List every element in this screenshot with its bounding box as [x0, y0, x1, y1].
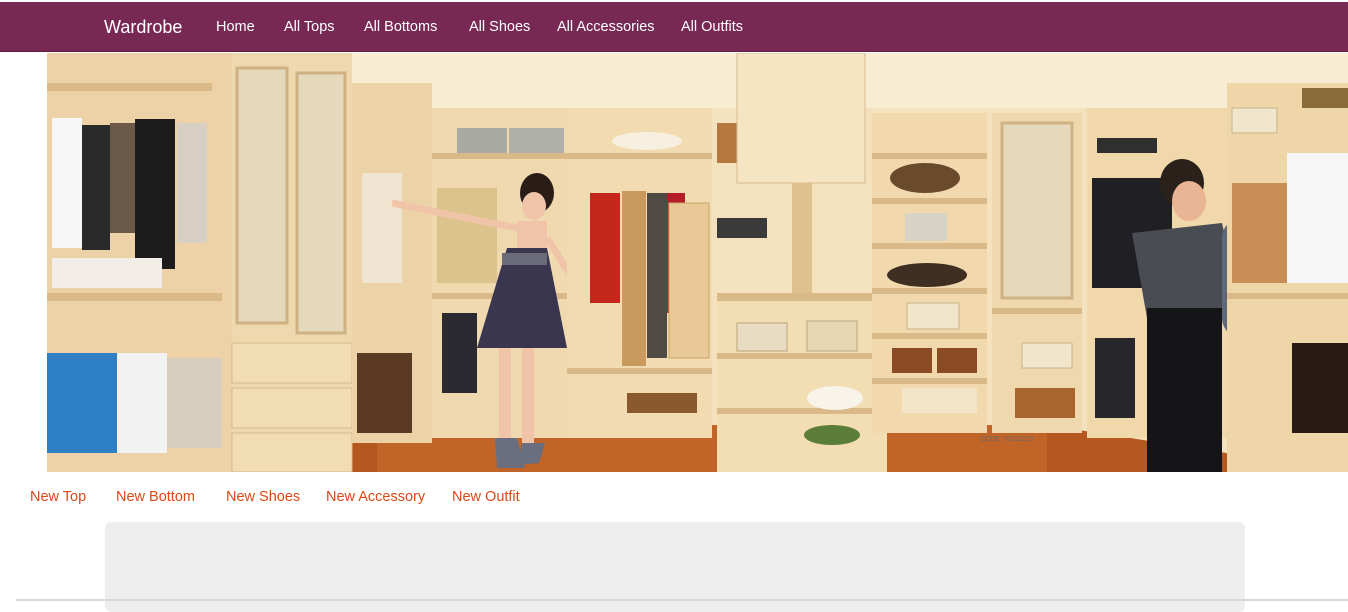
new-bottom-link[interactable]: New Bottom [116, 472, 195, 522]
walk-in-closet-illustration: CODE: YG11213 [47, 53, 1348, 472]
brand-link[interactable]: Wardrobe [104, 2, 182, 52]
subnav: New Top New Bottom New Shoes New Accesso… [0, 472, 1348, 522]
nav-all-accessories-link[interactable]: All Accessories [557, 2, 655, 52]
nav-home-link[interactable]: Home [216, 2, 255, 52]
nav-all-bottoms-link[interactable]: All Bottoms [364, 2, 437, 52]
new-shoes-link[interactable]: New Shoes [226, 472, 300, 522]
navbar: Wardrobe Home All Tops All Bottoms All S… [0, 2, 1348, 52]
new-outfit-link[interactable]: New Outfit [452, 472, 520, 522]
nav-all-tops-link[interactable]: All Tops [284, 2, 335, 52]
new-top-link[interactable]: New Top [30, 472, 86, 522]
code-label: CODE: YG11213 [980, 436, 1033, 443]
nav-all-shoes-link[interactable]: All Shoes [469, 2, 530, 52]
new-accessory-link[interactable]: New Accessory [326, 472, 425, 522]
hero-banner-image: CODE: YG11213 [47, 53, 1348, 472]
nav-all-outfits-link[interactable]: All Outfits [681, 2, 743, 52]
